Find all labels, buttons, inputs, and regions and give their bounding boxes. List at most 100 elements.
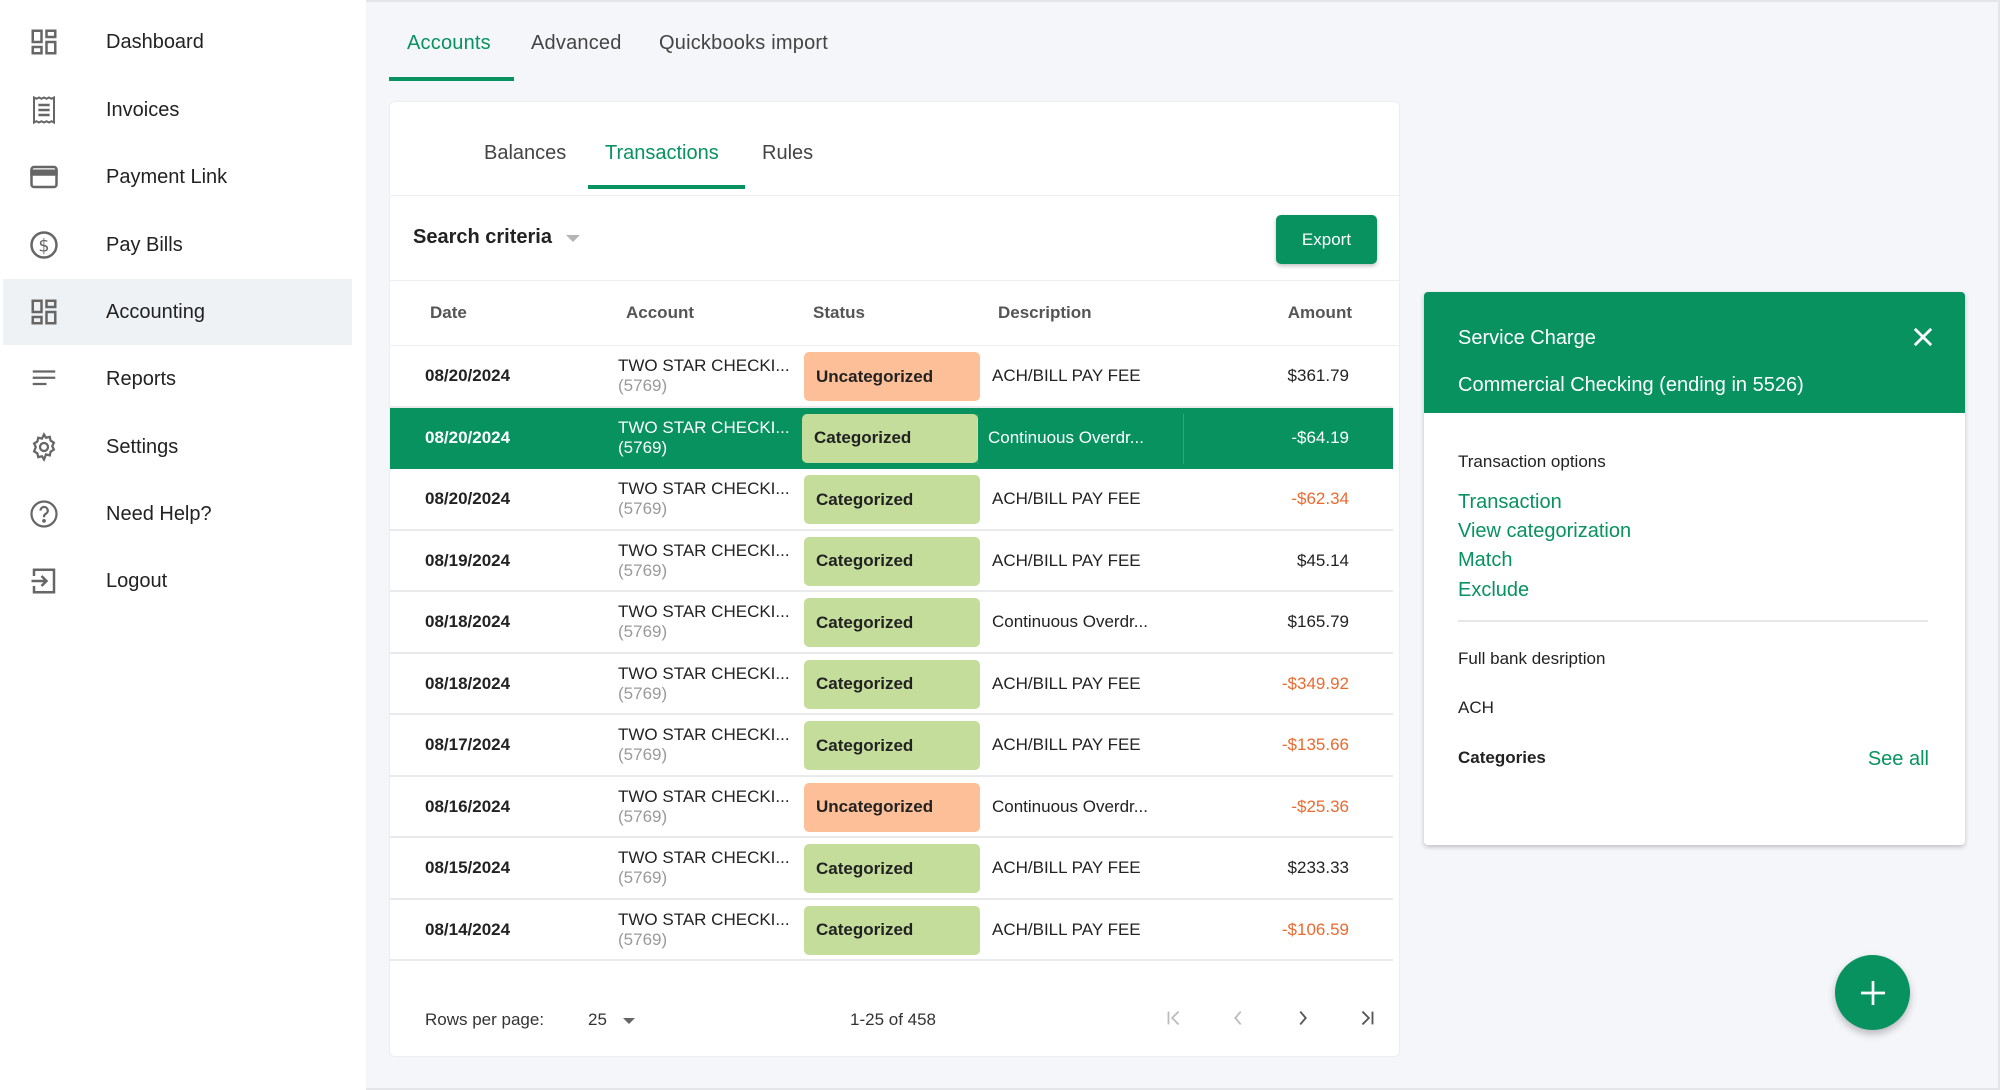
first-page-button[interactable] — [1159, 1003, 1189, 1033]
account-name: TWO STAR CHECKI... — [618, 909, 790, 929]
account-number: (5769) — [618, 806, 668, 826]
sidebar-item-label: Settings — [106, 435, 179, 458]
table-row[interactable]: 08/16/2024 TWO STAR CHECKI... (5769) Uncate… — [390, 777, 1393, 838]
status-badge[interactable]: Categorized — [804, 598, 980, 647]
active-tab-indicator — [389, 77, 514, 81]
table-row[interactable]: 08/20/2024 TWO STAR CHECKI... (5769) Catego… — [390, 407, 1393, 469]
cell-account: TWO STAR CHECKI... (5769) — [618, 418, 790, 458]
sidebar-item-logout[interactable]: Logout — [3, 548, 352, 614]
sidebar-item-label: Need Help? — [106, 502, 212, 525]
cell-description: ACH/BILL PAY FEE — [992, 858, 1141, 877]
sidebar-item-settings[interactable]: Settings — [3, 414, 352, 480]
tab-accounts[interactable]: Accounts — [407, 32, 491, 55]
cell-amount: -$106.59 — [1281, 919, 1349, 939]
sidebar-item-reports[interactable]: Reports — [3, 346, 352, 412]
option-view-categorization-link[interactable]: View categorization — [1458, 520, 1631, 543]
cell-description: ACH/BILL PAY FEE — [992, 366, 1141, 385]
tab-rules[interactable]: Rules — [762, 142, 813, 165]
cell-amount: $45.14 — [1297, 550, 1349, 570]
table-row[interactable]: 08/15/2024 TWO STAR CHECKI... (5769) Catego… — [390, 838, 1393, 900]
cell-date: 08/15/2024 — [425, 858, 511, 877]
sidebar-item-label: Pay Bills — [106, 233, 183, 256]
column-header-date[interactable]: Date — [430, 303, 467, 323]
export-button[interactable]: Export — [1276, 215, 1377, 264]
tab-quickbooks-import[interactable]: Quickbooks import — [659, 32, 828, 55]
see-all-link[interactable]: See all — [1868, 748, 1929, 771]
bank-description-value: ACH — [1458, 698, 1494, 717]
account-name: TWO STAR CHECKI... — [618, 663, 790, 683]
logout-icon — [28, 565, 60, 597]
table-row[interactable]: 08/20/2024 TWO STAR CHECKI... (5769) Catego… — [390, 469, 1393, 531]
status-badge[interactable]: Categorized — [804, 844, 980, 893]
last-page-button[interactable] — [1352, 1003, 1382, 1033]
sidebar-item-payment-link[interactable]: Payment Link — [3, 144, 352, 210]
pagination-range: 1-25 of 458 — [850, 1010, 937, 1029]
status-badge[interactable]: Uncategorized — [804, 352, 980, 401]
dollar-circle-icon: $ — [28, 229, 60, 261]
column-header-status[interactable]: Status — [813, 303, 865, 323]
table-row[interactable]: 08/20/2024 TWO STAR CHECKI... (5769) Uncate… — [390, 346, 1393, 408]
option-transaction-link[interactable]: Transaction — [1458, 491, 1562, 514]
previous-page-button[interactable] — [1223, 1003, 1253, 1033]
account-name: TWO STAR CHECKI... — [618, 540, 790, 560]
status-badge[interactable]: Categorized — [804, 721, 980, 770]
status-badge[interactable]: Categorized — [804, 659, 980, 709]
account-name: TWO STAR CHECKI... — [618, 725, 790, 744]
status-badge[interactable]: Categorized — [802, 413, 978, 463]
search-criteria-dropdown[interactable]: Search criteria — [413, 226, 580, 249]
status-badge[interactable]: Categorized — [804, 475, 980, 524]
divider — [1458, 620, 1928, 622]
column-header-description[interactable]: Description — [998, 303, 1092, 323]
sidebar-item-pay-bills[interactable]: $ Pay Bills — [3, 212, 352, 278]
tab-balances[interactable]: Balances — [484, 142, 566, 165]
sidebar-item-label: Payment Link — [106, 165, 228, 188]
table-row[interactable]: 08/18/2024 TWO STAR CHECKI... (5769) Catego… — [390, 654, 1393, 715]
cell-amount: -$349.92 — [1281, 673, 1349, 693]
sidebar-item-label: Dashboard — [106, 30, 204, 53]
status-badge[interactable]: Uncategorized — [804, 782, 980, 832]
table-row[interactable]: 08/17/2024 TWO STAR CHECKI... (5769) Catego… — [390, 715, 1393, 777]
cell-amount: $233.33 — [1287, 858, 1349, 877]
cell-date: 08/18/2024 — [425, 612, 511, 631]
column-header-amount[interactable]: Amount — [1288, 303, 1352, 323]
tab-transactions[interactable]: Transactions — [605, 142, 719, 165]
transaction-detail-panel: Service Charge Commercial Checking (endi… — [1424, 292, 1965, 845]
sidebar-item-label: Logout — [106, 569, 168, 592]
tab-advanced[interactable]: Advanced — [531, 32, 622, 55]
lines-icon — [28, 363, 60, 395]
account-number: (5769) — [618, 622, 668, 641]
panel-title: Service Charge — [1458, 327, 1596, 349]
rows-per-page-select[interactable]: 25 — [588, 1010, 607, 1030]
table-row[interactable]: 08/18/2024 TWO STAR CHECKI... (5769) Catego… — [390, 592, 1393, 654]
option-exclude-link[interactable]: Exclude — [1458, 579, 1529, 602]
option-match-link[interactable]: Match — [1458, 549, 1512, 572]
add-button[interactable] — [1835, 955, 1910, 1030]
svg-text:$: $ — [38, 236, 49, 256]
divider — [390, 280, 1399, 281]
help-circle-icon — [28, 498, 60, 530]
cell-amount: $165.79 — [1287, 612, 1349, 631]
table-row[interactable]: 08/14/2024 TWO STAR CHECKI... (5769) Catego… — [390, 900, 1393, 961]
close-button[interactable] — [1909, 323, 1937, 351]
sidebar-item-invoices[interactable]: Invoices — [3, 77, 352, 143]
plus-icon — [1860, 980, 1885, 1005]
caret-down-icon[interactable] — [623, 1018, 635, 1024]
cell-date: 08/20/2024 — [425, 427, 511, 447]
cell-amount: $361.79 — [1287, 366, 1349, 385]
account-name: TWO STAR CHECKI... — [618, 848, 790, 867]
account-name: TWO STAR CHECKI... — [618, 602, 790, 621]
status-badge[interactable]: Categorized — [804, 905, 980, 955]
cell-description: ACH/BILL PAY FEE — [992, 919, 1141, 939]
dashboard-icon — [28, 26, 60, 58]
column-header-account[interactable]: Account — [626, 303, 694, 323]
table-row[interactable]: 08/19/2024 TWO STAR CHECKI... (5769) Catego… — [390, 531, 1393, 592]
account-number: (5769) — [618, 437, 668, 457]
sidebar-item-dashboard[interactable]: Dashboard — [3, 9, 352, 75]
sidebar-item-need-help[interactable]: Need Help? — [3, 481, 352, 547]
cell-date: 08/20/2024 — [425, 489, 511, 508]
cell-date: 08/19/2024 — [425, 550, 511, 570]
status-badge[interactable]: Categorized — [804, 536, 980, 586]
sidebar-item-accounting[interactable]: Accounting — [3, 279, 352, 345]
categories-label: Categories — [1458, 748, 1546, 767]
next-page-button[interactable] — [1288, 1003, 1318, 1033]
